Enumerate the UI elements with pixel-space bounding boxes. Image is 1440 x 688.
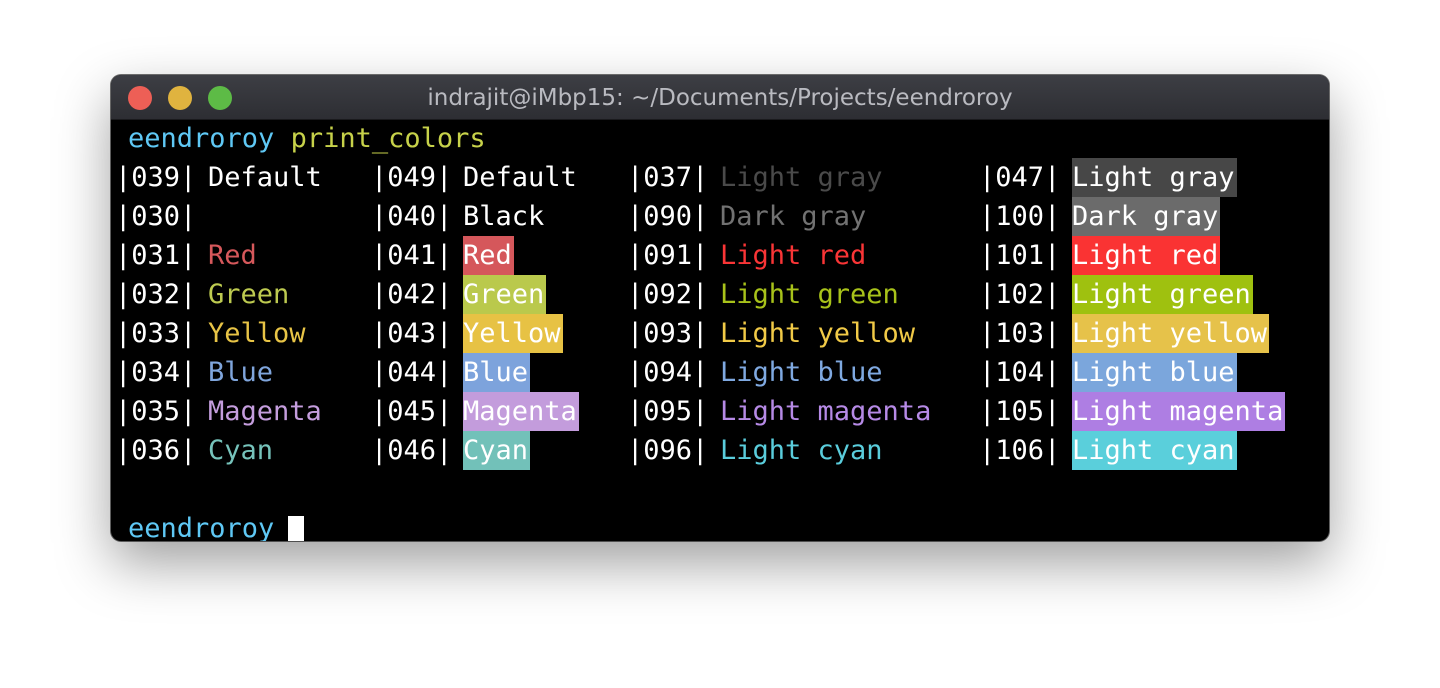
foreground-sample: Magenta [208, 396, 322, 427]
foreground-sample: Red [208, 240, 257, 271]
prompt: eendroroy [128, 513, 275, 541]
text-cursor [288, 516, 304, 541]
light-foreground-sample: Light blue [720, 357, 883, 388]
background-sample: Blue [463, 353, 531, 392]
foreground-sample: Default [208, 162, 322, 193]
title-bar[interactable]: indrajit@iMbp15: ~/Documents/Projects/ee… [111, 75, 1329, 120]
background-sample: Cyan [463, 431, 531, 470]
light-foreground-sample: Light green [720, 279, 899, 310]
foreground-code: |033| [115, 318, 197, 349]
light-background-sample: Light yellow [1072, 314, 1270, 353]
light-foreground-code: |091| [627, 240, 709, 271]
background-code: |040| [371, 201, 453, 232]
light-background-sample: Light gray [1072, 158, 1237, 197]
background-code: |043| [371, 318, 453, 349]
foreground-code: |032| [115, 279, 197, 310]
foreground-sample [208, 197, 210, 236]
background-sample: Red [463, 236, 514, 275]
light-background-code: |105| [979, 396, 1061, 427]
background-code: |046| [371, 435, 453, 466]
background-sample: Yellow [463, 314, 563, 353]
background-sample: Black [463, 197, 547, 236]
foreground-sample: Cyan [208, 435, 274, 466]
window-title: indrajit@iMbp15: ~/Documents/Projects/ee… [427, 85, 1013, 111]
light-background-code: |103| [979, 318, 1061, 349]
light-background-sample: Light green [1072, 275, 1253, 314]
light-foreground-sample: Light cyan [720, 435, 883, 466]
command-line: eendroroy print_colors [128, 119, 486, 158]
light-foreground-code: |090| [627, 201, 709, 232]
light-foreground-sample: Light red [720, 240, 867, 271]
terminal-window: indrajit@iMbp15: ~/Documents/Projects/ee… [111, 75, 1329, 541]
foreground-code: |031| [115, 240, 197, 271]
light-foreground-code: |096| [627, 435, 709, 466]
background-code: |042| [371, 279, 453, 310]
light-foreground-code: |094| [627, 357, 709, 388]
light-foreground-sample: Light gray [720, 162, 883, 193]
light-background-code: |102| [979, 279, 1061, 310]
foreground-sample: Green [208, 279, 290, 310]
prompt-line: eendroroy [128, 509, 274, 541]
foreground-sample: Blue [208, 357, 274, 388]
light-foreground-sample: Dark gray [720, 201, 867, 232]
command-text: print_colors [290, 123, 486, 154]
terminal-content[interactable]: eendroroy print_colors |039| Default |049|… [111, 119, 1329, 541]
light-background-sample: Light blue [1072, 353, 1237, 392]
light-foreground-code: |037| [627, 162, 709, 193]
light-background-code: |047| [979, 162, 1061, 193]
light-foreground-sample: Light yellow [720, 318, 916, 349]
foreground-code: |035| [115, 396, 197, 427]
light-background-code: |104| [979, 357, 1061, 388]
light-background-sample: Light cyan [1072, 431, 1237, 470]
light-background-code: |101| [979, 240, 1061, 271]
foreground-code: |039| [115, 162, 197, 193]
light-background-sample: Dark gray [1072, 197, 1221, 236]
foreground-code: |034| [115, 357, 197, 388]
prompt: eendroroy [128, 123, 275, 154]
light-foreground-sample: Light magenta [720, 396, 932, 427]
background-sample: Magenta [463, 392, 579, 431]
background-code: |044| [371, 357, 453, 388]
light-foreground-code: |095| [627, 396, 709, 427]
background-sample: Default [463, 162, 577, 193]
light-background-sample: Light red [1072, 236, 1221, 275]
foreground-sample: Yellow [208, 318, 306, 349]
light-background-code: |100| [979, 201, 1061, 232]
foreground-code: |036| [115, 435, 197, 466]
light-foreground-code: |092| [627, 279, 709, 310]
light-foreground-code: |093| [627, 318, 709, 349]
background-sample: Green [463, 275, 547, 314]
light-background-code: |106| [979, 435, 1061, 466]
background-code: |049| [371, 162, 453, 193]
foreground-code: |030| [115, 201, 197, 232]
background-code: |041| [371, 240, 453, 271]
light-background-sample: Light magenta [1072, 392, 1286, 431]
background-code: |045| [371, 396, 453, 427]
